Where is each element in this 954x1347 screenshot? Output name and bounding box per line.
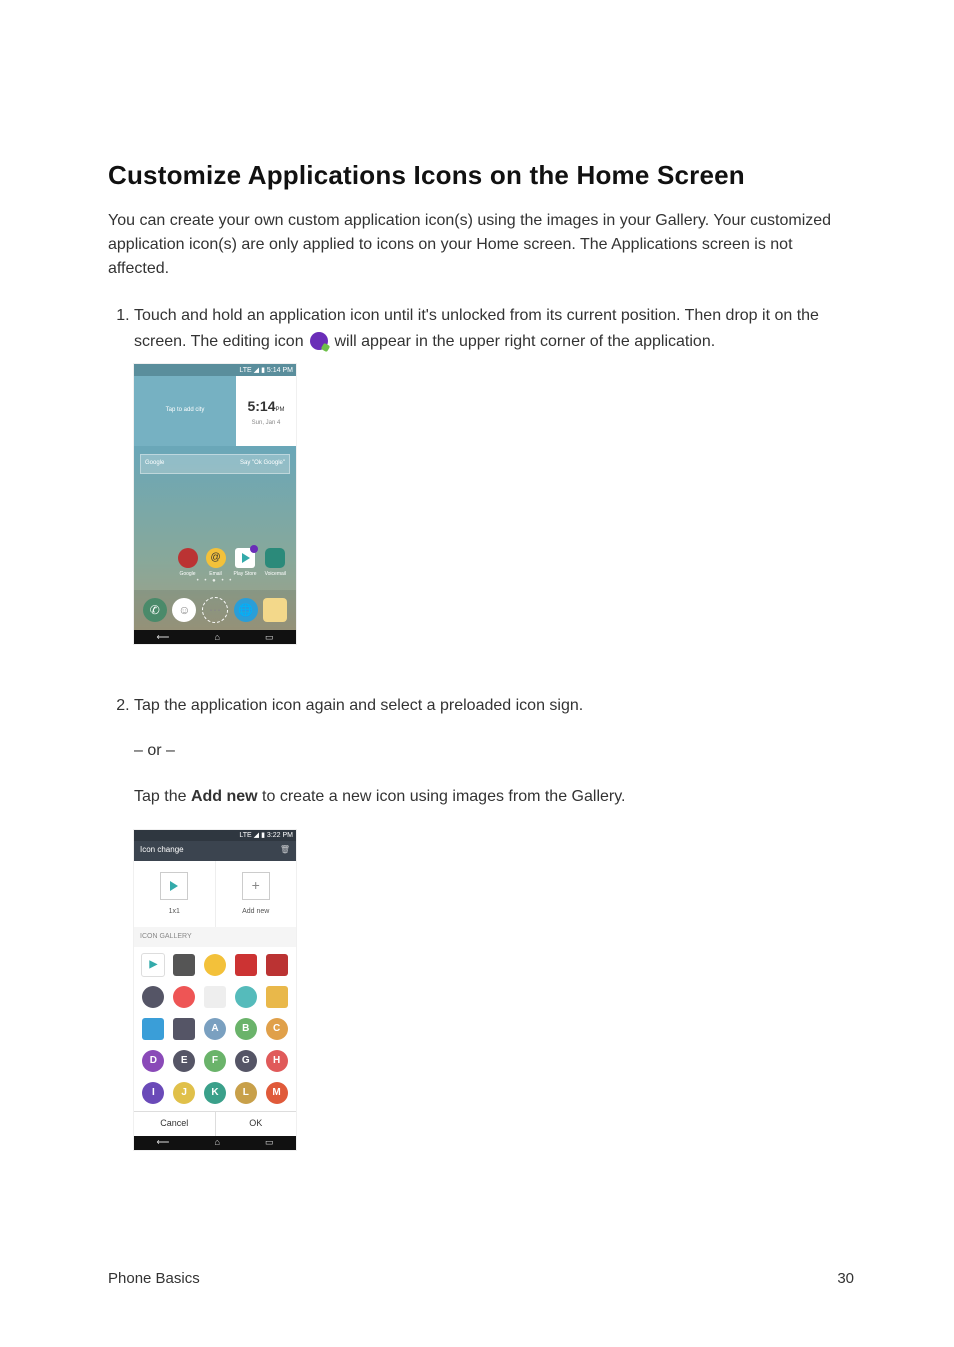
icon-change-header: Icon change 🗑 — [134, 841, 296, 861]
gallery-icon[interactable] — [142, 986, 164, 1008]
dock: ✆ ☺ ⋯ 🌐 — [134, 590, 296, 630]
gallery-icon[interactable]: ▶ — [141, 953, 165, 977]
battery-icon-2: ▮ — [261, 830, 265, 841]
nav-bar: ⟵ ⌂ ▭ — [134, 630, 296, 644]
nav-recent-icon[interactable]: ▭ — [265, 630, 274, 644]
nav-home-icon[interactable]: ⌂ — [214, 1135, 219, 1149]
search-logo: Google — [145, 459, 164, 469]
gallery-letter-b[interactable]: B — [235, 1018, 257, 1040]
dock-browser[interactable]: 🌐 — [234, 598, 258, 622]
signal-icon: ◢ — [254, 365, 259, 376]
status-time-2: 3:22 PM — [267, 830, 293, 841]
gallery-icon[interactable] — [204, 954, 226, 976]
edit-badge-icon — [250, 545, 258, 553]
home-screen-screenshot: LTE ◢ ▮ 5:14 PM Tap to add city 5:14PM S… — [134, 364, 296, 644]
status-network: LTE — [239, 365, 251, 376]
app-play-store[interactable]: Play Store — [234, 548, 257, 578]
icon-gallery-grid: ▶ A B C D E F — [134, 947, 296, 1111]
gallery-letter-j[interactable]: J — [173, 1082, 195, 1104]
gallery-icon[interactable] — [266, 986, 288, 1008]
step-2-text: Tap the application icon again and selec… — [134, 697, 583, 714]
page-heading: Customize Applications Icons on the Home… — [108, 160, 854, 191]
status-bar-2: LTE ◢ ▮ 3:22 PM — [134, 830, 296, 841]
nav-recent-icon[interactable]: ▭ — [265, 1135, 274, 1149]
trash-icon[interactable]: 🗑 — [280, 844, 290, 857]
status-network-2: LTE — [239, 830, 251, 841]
clock-ampm: PM — [276, 407, 285, 413]
header-title: Icon change — [140, 844, 184, 857]
icon-change-screenshot: LTE ◢ ▮ 3:22 PM Icon change 🗑 1x1 + — [134, 830, 296, 1150]
clock-date: Sun, Jan 4 — [252, 419, 281, 429]
step-1-text-b: will appear in the upper right corner of… — [334, 333, 715, 350]
gallery-letter-h[interactable]: H — [266, 1050, 288, 1072]
gallery-icon[interactable] — [173, 1018, 195, 1040]
nav-bar-2: ⟵ ⌂ ▭ — [134, 1136, 296, 1150]
dock-apps[interactable]: ⋯ — [202, 597, 228, 623]
gallery-icon[interactable] — [142, 1018, 164, 1040]
page-indicator: • • ● • • — [134, 577, 296, 587]
battery-icon: ▮ — [261, 365, 265, 376]
dock-contacts[interactable]: ☺ — [172, 598, 196, 622]
gallery-letter-c[interactable]: C — [266, 1018, 288, 1040]
app-email[interactable]: @ Email — [206, 548, 226, 578]
gallery-letter-f[interactable]: F — [204, 1050, 226, 1072]
dock-phone[interactable]: ✆ — [143, 598, 167, 622]
weather-widget[interactable]: Tap to add city — [134, 376, 236, 446]
gallery-letter-i[interactable]: I — [142, 1082, 164, 1104]
cancel-button[interactable]: Cancel — [134, 1112, 216, 1136]
dock-messaging[interactable] — [263, 598, 287, 622]
google-search-bar[interactable]: Google Say "Ok Google" — [140, 454, 290, 474]
gallery-icon[interactable] — [173, 986, 195, 1008]
status-time: 5:14 PM — [267, 365, 293, 376]
step-2: Tap the application icon again and selec… — [134, 693, 854, 1150]
option-add-new[interactable]: + Add new — [216, 861, 297, 927]
footer-page-number: 30 — [837, 1270, 854, 1287]
option-1x1[interactable]: 1x1 — [134, 861, 216, 927]
gallery-letter-a[interactable]: A — [204, 1018, 226, 1040]
gallery-letter-e[interactable]: E — [173, 1050, 195, 1072]
app-voicemail[interactable]: Voicemail — [265, 548, 286, 578]
intro-paragraph: You can create your own custom applicati… — [108, 209, 854, 281]
gallery-icon[interactable] — [204, 986, 226, 1008]
gallery-letter-m[interactable]: M — [266, 1082, 288, 1104]
gallery-icon[interactable] — [266, 954, 288, 976]
gallery-icon[interactable] — [235, 954, 257, 976]
clock-time: 5:14 — [247, 398, 275, 414]
clock-widget[interactable]: 5:14PM Sun, Jan 4 — [236, 376, 296, 446]
status-bar: LTE ◢ ▮ 5:14 PM — [134, 364, 296, 376]
step-2b: Tap the Add new to create a new icon usi… — [134, 784, 854, 810]
gallery-icon[interactable] — [235, 986, 257, 1008]
nav-back-icon[interactable]: ⟵ — [157, 1135, 170, 1149]
weather-prompt: Tap to add city — [166, 406, 205, 416]
or-text: – or – — [134, 738, 854, 764]
gallery-letter-g[interactable]: G — [235, 1050, 257, 1072]
footer-section: Phone Basics — [108, 1270, 200, 1287]
search-hint: Say "Ok Google" — [240, 459, 285, 469]
nav-home-icon[interactable]: ⌂ — [214, 630, 219, 644]
ok-button[interactable]: OK — [216, 1112, 297, 1136]
icon-gallery-label: ICON GALLERY — [134, 927, 296, 946]
app-google[interactable]: Google — [178, 548, 198, 578]
gallery-icon[interactable] — [173, 954, 195, 976]
nav-back-icon[interactable]: ⟵ — [157, 630, 170, 644]
signal-icon-2: ◢ — [254, 830, 259, 841]
editing-icon — [310, 332, 328, 350]
gallery-letter-l[interactable]: L — [235, 1082, 257, 1104]
step-1: Touch and hold an application icon until… — [134, 303, 854, 679]
gallery-letter-d[interactable]: D — [142, 1050, 164, 1072]
gallery-letter-k[interactable]: K — [204, 1082, 226, 1104]
